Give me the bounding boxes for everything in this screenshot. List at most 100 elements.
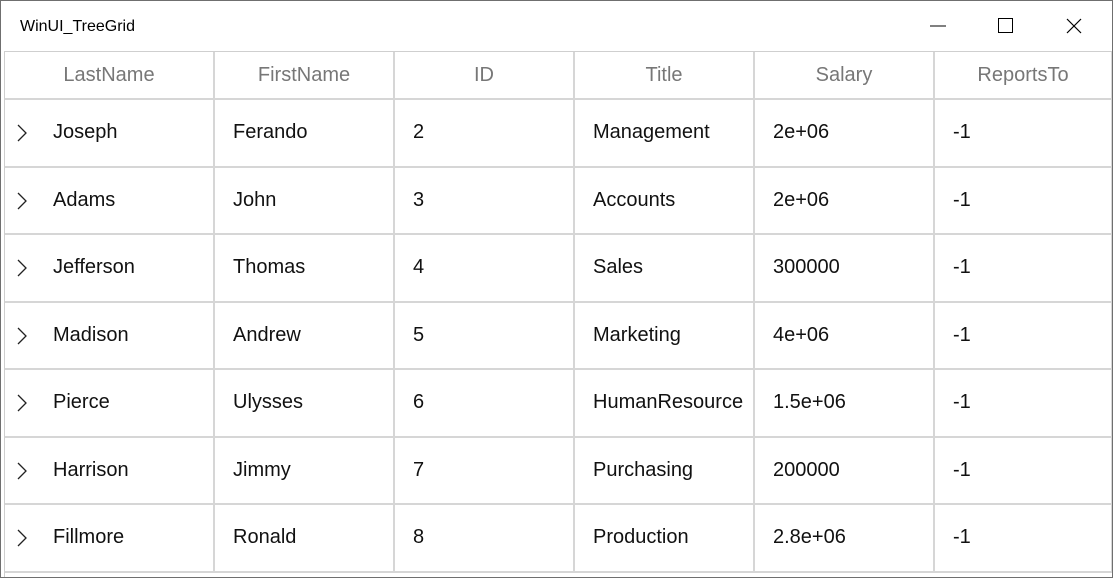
table-row[interactable]: Joseph Ferando 2 Management 2e+06 -1: [5, 100, 1112, 168]
header-row: LastName FirstName ID Title Salary Repor…: [5, 52, 1112, 100]
cell-text: 3: [413, 188, 425, 211]
cell-text: -1: [953, 458, 971, 481]
chevron-right-icon[interactable]: [15, 529, 29, 547]
cell-salary[interactable]: 2e+06: [755, 100, 935, 168]
cell-reportsto[interactable]: -1: [935, 370, 1112, 438]
title-bar[interactable]: WinUI_TreeGrid: [1, 1, 1112, 51]
cell-title[interactable]: Purchasing: [575, 437, 755, 505]
cell-text: 2: [413, 121, 425, 144]
table-row[interactable]: Pierce Ulysses 6 HumanResource 1.5e+06 -1: [5, 370, 1112, 438]
cell-text: Ferando: [233, 121, 308, 144]
cell-firstname[interactable]: Andrew: [215, 302, 395, 370]
cell-text: -1: [953, 391, 971, 414]
cell-id[interactable]: 2: [395, 100, 575, 168]
cell-text: 8: [413, 526, 425, 549]
column-header-reportsto[interactable]: ReportsTo: [935, 52, 1112, 100]
cell-text: Thomas: [233, 256, 306, 279]
table-row[interactable]: Fillmore Ronald 8 Production 2.8e+06 -1: [5, 505, 1112, 573]
cell-reportsto[interactable]: -1: [935, 100, 1112, 168]
cell-text: 4e+06: [773, 323, 830, 346]
column-header-firstname[interactable]: FirstName: [215, 52, 395, 100]
cell-text: Sales: [593, 256, 644, 279]
column-header-id[interactable]: ID: [395, 52, 575, 100]
cell-reportsto[interactable]: -1: [935, 167, 1112, 235]
table-row[interactable]: Madison Andrew 5 Marketing 4e+06 -1: [5, 302, 1112, 370]
table-row[interactable]: Adams John 3 Accounts 2e+06 -1: [5, 167, 1112, 235]
cell-text: Accounts: [593, 188, 676, 211]
cell-salary[interactable]: 4e+06: [755, 302, 935, 370]
cell-lastname[interactable]: Adams: [5, 167, 215, 235]
cell-reportsto[interactable]: -1: [935, 437, 1112, 505]
cell-lastname[interactable]: Fillmore: [5, 505, 215, 573]
cell-text: 7: [413, 458, 425, 481]
cell-reportsto[interactable]: -1: [935, 235, 1112, 303]
close-button[interactable]: [1040, 1, 1108, 51]
cell-salary[interactable]: 1.5e+06: [755, 370, 935, 438]
cell-title[interactable]: HumanResource: [575, 370, 755, 438]
minimize-icon: [930, 25, 946, 27]
chevron-right-icon[interactable]: [15, 192, 29, 210]
maximize-button[interactable]: [972, 1, 1040, 51]
cell-salary[interactable]: 200000: [755, 437, 935, 505]
cell-text: John: [233, 188, 277, 211]
cell-reportsto[interactable]: -1: [935, 302, 1112, 370]
chevron-right-icon[interactable]: [15, 327, 29, 345]
cell-id[interactable]: 3: [395, 167, 575, 235]
chevron-right-icon[interactable]: [15, 259, 29, 277]
close-icon: [1066, 18, 1082, 34]
cell-text: -1: [953, 121, 971, 144]
chevron-right-icon[interactable]: [15, 394, 29, 412]
cell-text: Joseph: [53, 121, 118, 144]
cell-lastname[interactable]: Pierce: [5, 370, 215, 438]
cell-lastname[interactable]: Harrison: [5, 437, 215, 505]
cell-text: -1: [953, 188, 971, 211]
cell-firstname[interactable]: Thomas: [215, 235, 395, 303]
cell-text: 2.8e+06: [773, 526, 846, 549]
cell-lastname[interactable]: Jefferson: [5, 235, 215, 303]
cell-title[interactable]: Accounts: [575, 167, 755, 235]
cell-text: Jimmy: [233, 458, 291, 481]
cell-firstname[interactable]: Ferando: [215, 100, 395, 168]
cell-title[interactable]: Marketing: [575, 302, 755, 370]
chevron-right-icon[interactable]: [15, 124, 29, 142]
cell-text: 2e+06: [773, 188, 830, 211]
column-header-salary[interactable]: Salary: [755, 52, 935, 100]
cell-text: Management: [593, 121, 710, 144]
cell-text: -1: [953, 526, 971, 549]
cell-firstname[interactable]: Ulysses: [215, 370, 395, 438]
column-header-title[interactable]: Title: [575, 52, 755, 100]
table-row[interactable]: Jefferson Thomas 4 Sales 300000 -1: [5, 235, 1112, 303]
minimize-button[interactable]: [904, 1, 972, 51]
cell-title[interactable]: Production: [575, 505, 755, 573]
cell-firstname[interactable]: John: [215, 167, 395, 235]
cell-salary[interactable]: 2e+06: [755, 167, 935, 235]
cell-text: Adams: [53, 188, 116, 211]
cell-firstname[interactable]: Ronald: [215, 505, 395, 573]
cell-text: 1.5e+06: [773, 391, 846, 414]
cell-reportsto[interactable]: -1: [935, 505, 1112, 573]
cell-salary[interactable]: 2.8e+06: [755, 505, 935, 573]
cell-id[interactable]: 7: [395, 437, 575, 505]
cell-id[interactable]: 6: [395, 370, 575, 438]
cell-firstname[interactable]: Jimmy: [215, 437, 395, 505]
table-row[interactable]: Harrison Jimmy 7 Purchasing 200000 -1: [5, 437, 1112, 505]
cell-lastname[interactable]: Joseph: [5, 100, 215, 168]
cell-id[interactable]: 5: [395, 302, 575, 370]
cell-lastname[interactable]: Madison: [5, 302, 215, 370]
cell-salary[interactable]: 300000: [755, 235, 935, 303]
cell-text: -1: [953, 323, 971, 346]
cell-text: Ronald: [233, 526, 297, 549]
app-window: WinUI_TreeGrid LastName FirstName ID Tit…: [0, 0, 1113, 578]
cell-text: Andrew: [233, 323, 301, 346]
chevron-right-icon[interactable]: [15, 462, 29, 480]
cell-title[interactable]: Management: [575, 100, 755, 168]
cell-text: 4: [413, 256, 425, 279]
cell-id[interactable]: 4: [395, 235, 575, 303]
cell-text: Fillmore: [53, 526, 125, 549]
cell-id[interactable]: 8: [395, 505, 575, 573]
column-header-lastname[interactable]: LastName: [5, 52, 215, 100]
cell-title[interactable]: Sales: [575, 235, 755, 303]
tree-grid[interactable]: LastName FirstName ID Title Salary Repor…: [4, 51, 1112, 577]
window-title: WinUI_TreeGrid: [20, 18, 135, 35]
cell-text: Marketing: [593, 323, 681, 346]
